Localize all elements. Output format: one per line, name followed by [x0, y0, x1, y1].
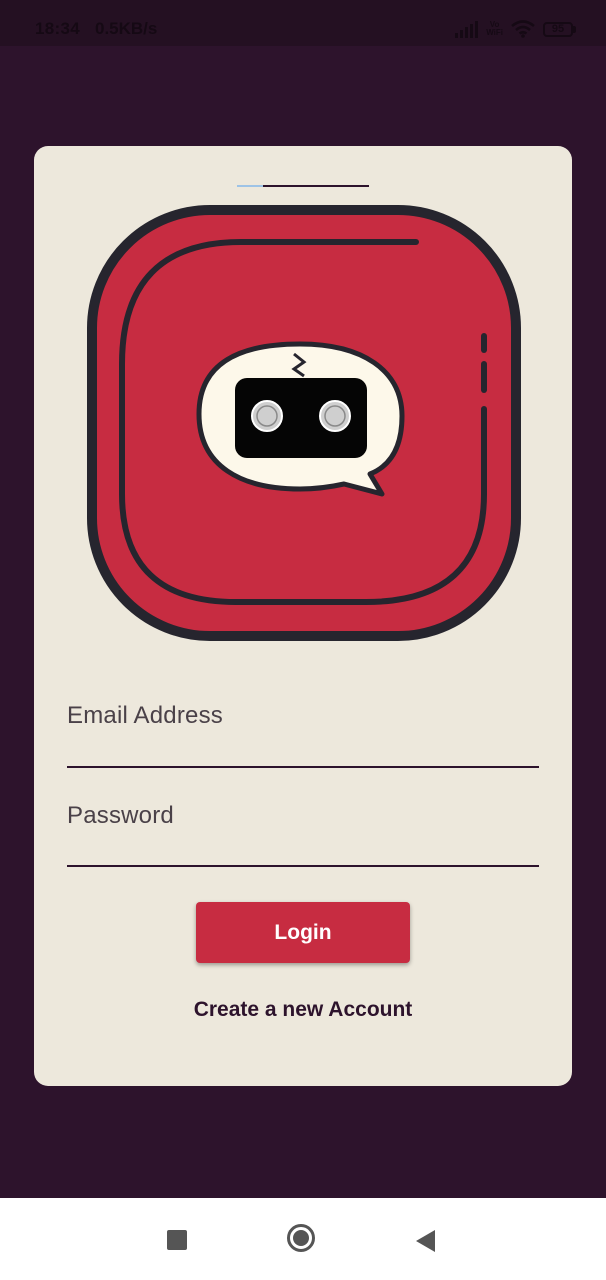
email-field[interactable]: Email Address [67, 702, 539, 768]
network-speed: 0.5KB/s [95, 19, 158, 38]
chat-robot-logo-icon [87, 205, 521, 641]
password-field[interactable]: Password [67, 802, 539, 868]
login-button[interactable]: Login [196, 902, 410, 963]
signal-icon [455, 20, 479, 38]
wifi-icon [511, 20, 535, 38]
battery-icon: 95 [543, 21, 576, 37]
status-bar: 18:34 0.5KB/s Vo WiFi 95 [0, 0, 606, 46]
recent-apps-icon[interactable] [167, 1230, 187, 1250]
navigation-bar [0, 1198, 606, 1280]
back-icon[interactable] [416, 1230, 435, 1252]
vowifi-label: Vo WiFi [486, 20, 503, 37]
progress-indicator [237, 185, 369, 187]
create-account-link[interactable]: Create a new Account [34, 998, 572, 1022]
status-icons: Vo WiFi 95 [455, 17, 576, 41]
email-placeholder: Email Address [67, 702, 223, 729]
password-placeholder: Password [67, 802, 174, 829]
email-underline [67, 766, 539, 768]
status-time: 18:34 [35, 19, 80, 38]
home-icon[interactable] [287, 1224, 315, 1252]
battery-level: 95 [543, 21, 573, 37]
password-underline [67, 865, 539, 867]
login-card: Email Address Password Login Create a ne… [34, 146, 572, 1086]
